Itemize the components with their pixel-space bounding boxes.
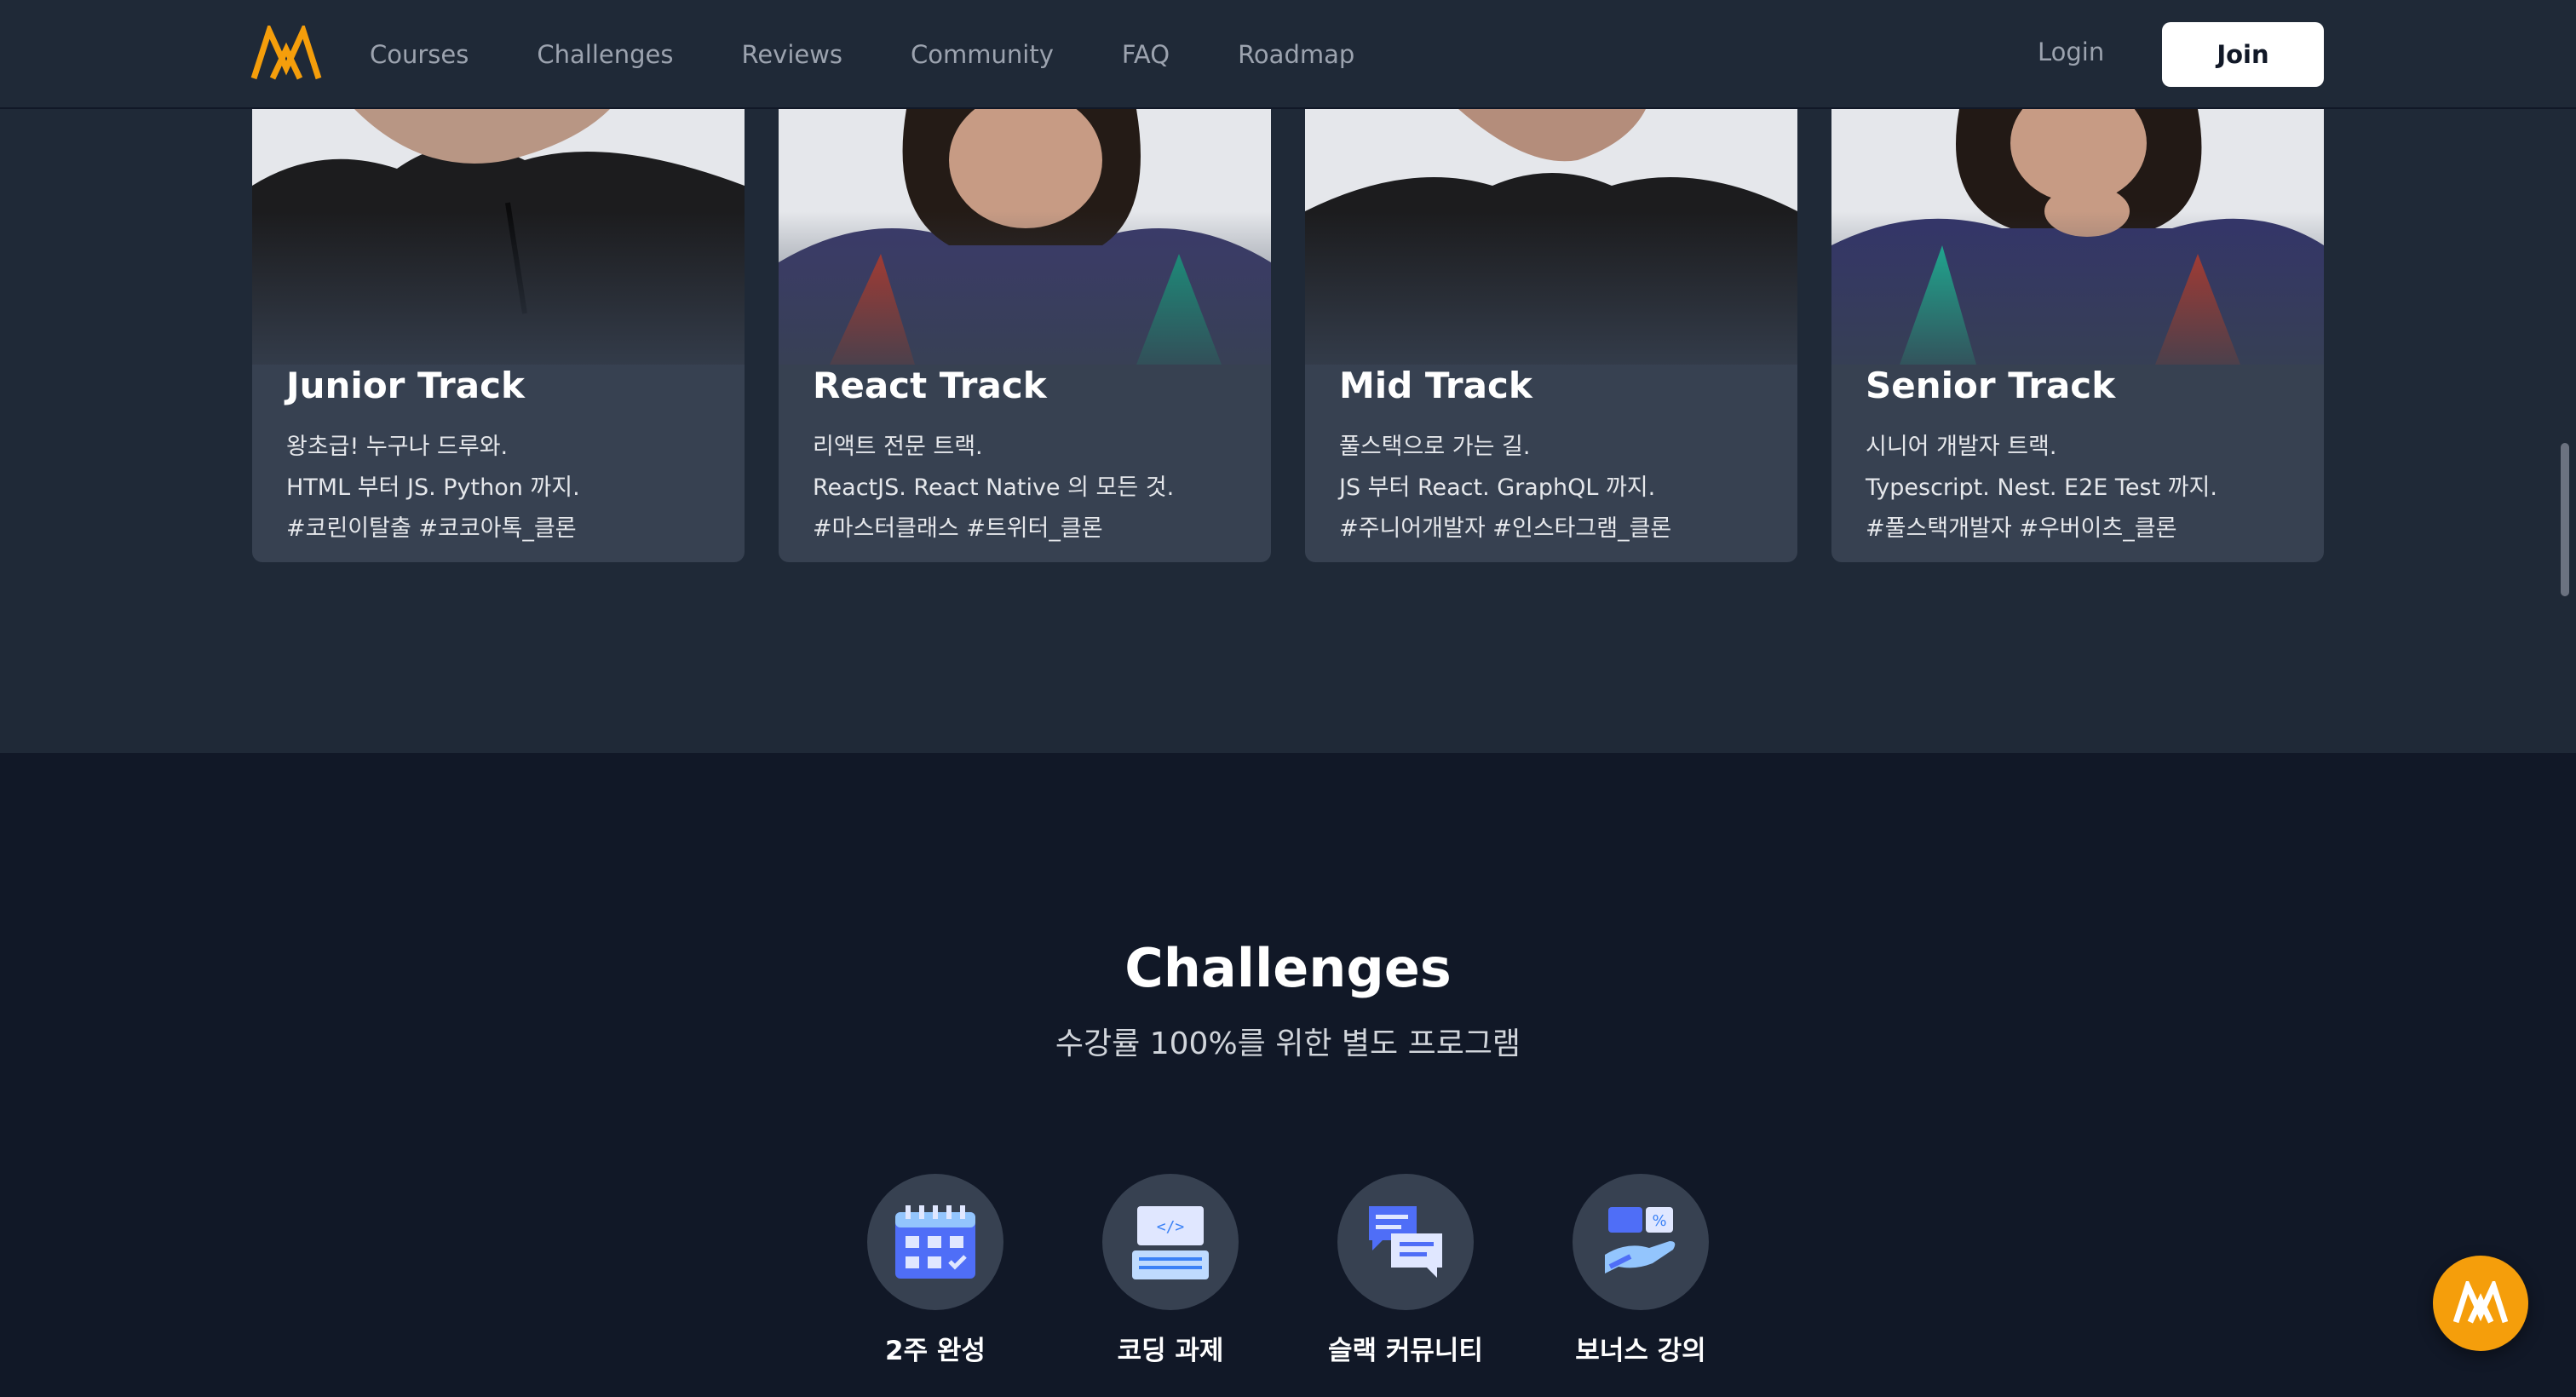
tracks-section: Junior Track 왕초급! 누구나 드루와. HTML 부터 JS. P… bbox=[0, 109, 2576, 753]
calendar-icon bbox=[895, 1205, 975, 1279]
chat-launcher-button[interactable] bbox=[2433, 1256, 2528, 1351]
challenges-title: Challenges bbox=[1124, 937, 1452, 999]
feature-coding-assignment: </> 코딩 과제 bbox=[1102, 1174, 1239, 1366]
nav-courses[interactable]: Courses bbox=[370, 40, 469, 69]
track-desc-2: HTML 부터 JS. Python 까지. bbox=[286, 474, 580, 501]
scrollbar-thumb[interactable] bbox=[2561, 443, 2569, 596]
track-tags: #주니어개발자 #인스타그램_클론 bbox=[1339, 515, 1672, 542]
feature-slack-community: 슬랙 커뮤니티 bbox=[1328, 1174, 1483, 1366]
track-card-mid[interactable]: Mid Track 풀스택으로 가는 길. JS 부터 React. Graph… bbox=[1305, 109, 1797, 562]
instructor-photo bbox=[1305, 109, 1797, 365]
feature-icon-circle: % bbox=[1573, 1174, 1709, 1310]
feature-icon-circle bbox=[1337, 1174, 1474, 1310]
track-title: Mid Track bbox=[1339, 365, 1532, 406]
feature-two-weeks: 2주 완성 bbox=[867, 1174, 1003, 1366]
join-button[interactable]: Join bbox=[2162, 22, 2324, 87]
chat-bubbles-icon bbox=[1369, 1206, 1442, 1278]
track-tags: #코린이탈출 #코코아톡_클론 bbox=[286, 515, 577, 542]
login-link[interactable]: Login bbox=[2038, 37, 2104, 66]
nav-challenges[interactable]: Challenges bbox=[537, 40, 673, 69]
track-card-react[interactable]: React Track 리액트 전문 트랙. ReactJS. React Na… bbox=[779, 109, 1271, 562]
track-title: Senior Track bbox=[1866, 365, 2116, 406]
nav-roadmap[interactable]: Roadmap bbox=[1238, 40, 1354, 69]
feature-icon-circle: </> bbox=[1102, 1174, 1239, 1310]
instructor-photo bbox=[1831, 109, 2324, 365]
challenges-subtitle: 수강률 100%를 위한 별도 프로그램 bbox=[1055, 1026, 1521, 1061]
bonus-hand-icon: % bbox=[1605, 1207, 1676, 1273]
track-desc-1: 시니어 개발자 트랙. bbox=[1866, 434, 2057, 460]
track-desc-2: ReactJS. React Native 의 모든 것. bbox=[813, 474, 1175, 501]
feature-label: 2주 완성 bbox=[885, 1336, 986, 1366]
track-card-senior[interactable]: Senior Track 시니어 개발자 트랙. Typescript. Nes… bbox=[1831, 109, 2324, 562]
track-tags: #풀스택개발자 #우버이츠_클론 bbox=[1866, 515, 2177, 542]
track-desc-1: 풀스택으로 가는 길. bbox=[1339, 434, 1531, 460]
feature-label: 보너스 강의 bbox=[1575, 1336, 1706, 1366]
track-desc-2: Typescript. Nest. E2E Test 까지. bbox=[1866, 474, 2217, 501]
track-title: Junior Track bbox=[286, 365, 525, 406]
track-desc-1: 왕초급! 누구나 드루와. bbox=[286, 434, 509, 460]
nomad-logo-icon[interactable] bbox=[250, 26, 322, 82]
coding-window-icon: </> bbox=[1132, 1206, 1209, 1279]
feature-icon-circle bbox=[867, 1174, 1003, 1310]
instructor-photo bbox=[779, 109, 1271, 365]
site-header: Courses Challenges Reviews Community FAQ… bbox=[0, 0, 2576, 109]
feature-label: 코딩 과제 bbox=[1117, 1336, 1224, 1366]
nav-reviews[interactable]: Reviews bbox=[741, 40, 842, 69]
track-card-junior[interactable]: Junior Track 왕초급! 누구나 드루와. HTML 부터 JS. P… bbox=[252, 109, 745, 562]
svg-text:%: % bbox=[1652, 1212, 1666, 1230]
main-nav: Courses Challenges Reviews Community FAQ… bbox=[370, 0, 1354, 109]
nomad-logo-icon bbox=[2453, 1281, 2508, 1324]
track-tags: #마스터클래스 #트위터_클론 bbox=[813, 515, 1103, 542]
nav-community[interactable]: Community bbox=[911, 40, 1054, 69]
instructor-photo bbox=[252, 109, 745, 365]
track-desc-2: JS 부터 React. GraphQL 까지. bbox=[1339, 474, 1656, 501]
feature-label: 슬랙 커뮤니티 bbox=[1328, 1336, 1483, 1366]
feature-bonus-lecture: % 보너스 강의 bbox=[1573, 1174, 1709, 1366]
track-title: React Track bbox=[813, 365, 1047, 406]
track-desc-1: 리액트 전문 트랙. bbox=[813, 434, 983, 460]
nav-faq[interactable]: FAQ bbox=[1122, 40, 1170, 69]
svg-text:</>: </> bbox=[1157, 1218, 1185, 1236]
